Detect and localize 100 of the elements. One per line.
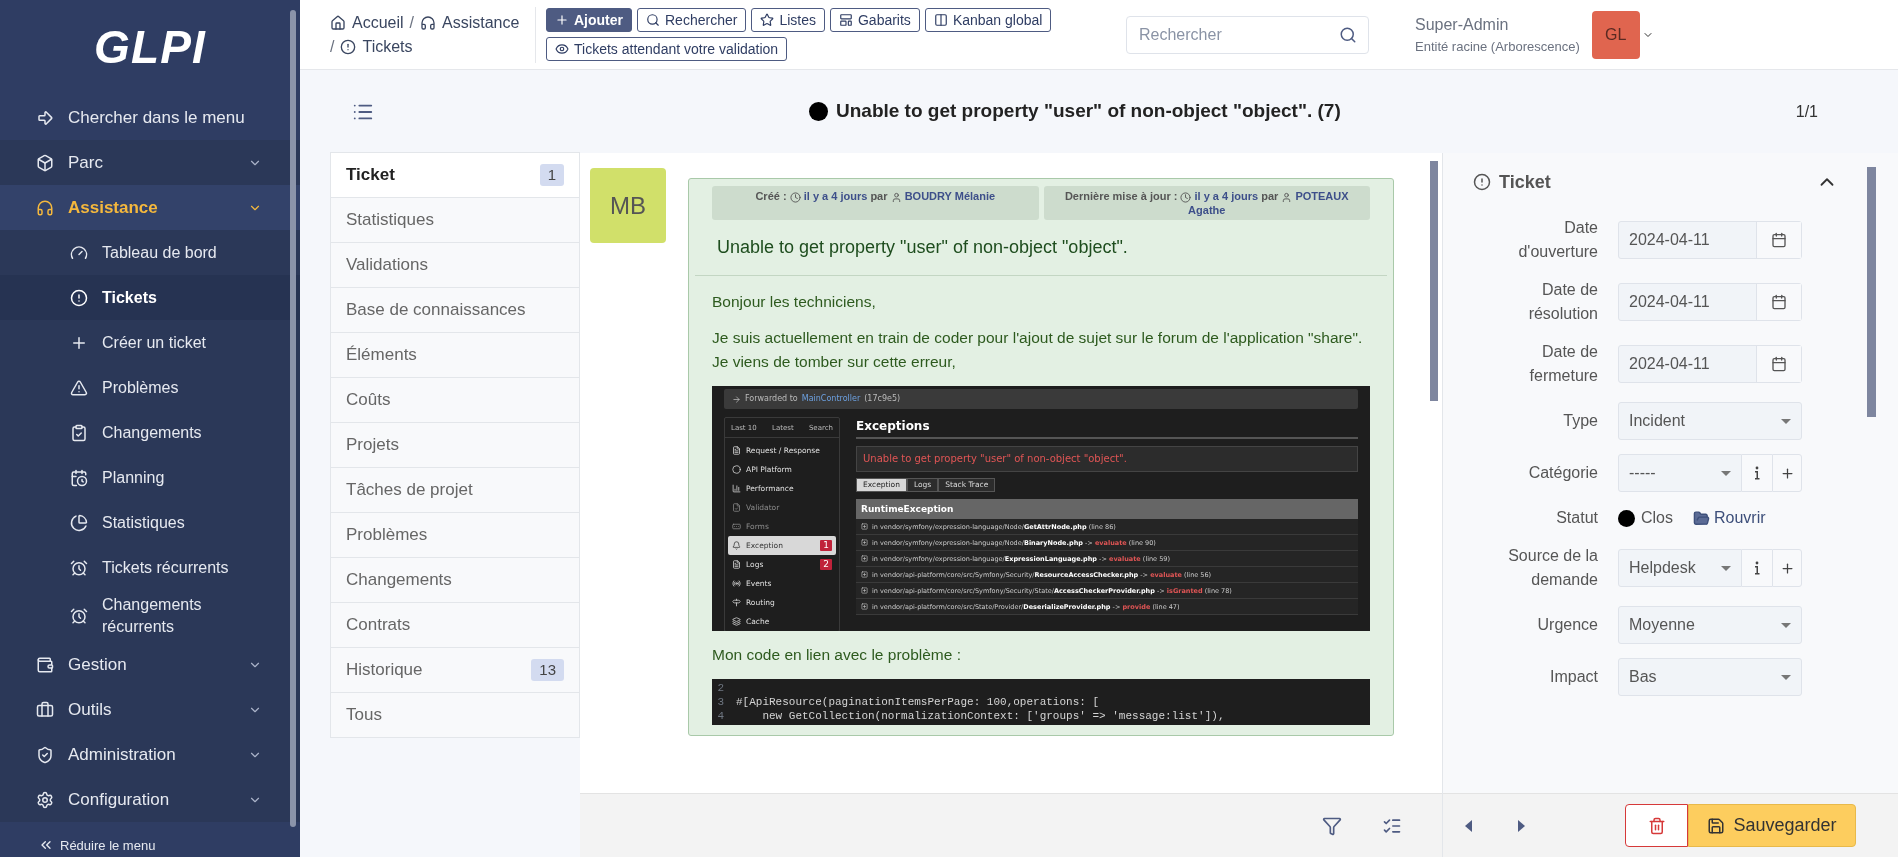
submenu-item[interactable]: Créer un ticket — [0, 320, 300, 365]
sidebar-item[interactable]: Chercher dans le menu — [0, 95, 300, 140]
tab[interactable]: Base de connaissances — [330, 287, 580, 333]
nav-icon — [732, 617, 741, 626]
button-icon — [646, 13, 660, 27]
nav-icon — [732, 484, 741, 493]
delete-button[interactable] — [1625, 804, 1688, 847]
search-icon[interactable] — [1339, 25, 1357, 44]
breadcrumb-link[interactable]: Assistance — [442, 10, 520, 35]
select-field[interactable]: Helpdesk — [1618, 549, 1742, 587]
previous-icon[interactable] — [1465, 819, 1473, 832]
submenu-item[interactable]: Problèmes — [0, 365, 300, 410]
collapse-menu-link[interactable]: Réduire le menu — [60, 835, 156, 855]
scrollbar[interactable] — [1867, 167, 1876, 417]
message-paragraph: Bonjour les techniciens, — [712, 292, 877, 312]
next-icon[interactable] — [1517, 819, 1525, 832]
button-icon — [933, 13, 948, 27]
alert-icon — [1473, 173, 1491, 191]
tab[interactable]: Contrats — [330, 602, 580, 648]
nav-icon — [732, 560, 741, 569]
sidebar-item[interactable]: Parc — [0, 140, 300, 185]
filter-icon[interactable] — [1322, 815, 1342, 836]
calendar-icon[interactable] — [1771, 294, 1787, 310]
scrollbar[interactable] — [1430, 161, 1438, 401]
tab[interactable]: Changements — [330, 557, 580, 603]
clock-icon — [789, 191, 801, 203]
sidebar-item[interactable]: Administration — [0, 732, 300, 777]
tab[interactable]: Coûts — [330, 377, 580, 423]
tab[interactable]: Statistiques — [330, 197, 580, 243]
forwarded-text: Forwarded to — [745, 393, 798, 405]
toolbar-button[interactable]: Listes — [751, 8, 825, 32]
toolbar-button[interactable]: Rechercher — [637, 8, 747, 32]
reopen-link[interactable]: Rouvrir — [1693, 506, 1766, 530]
message-paragraph: Mon code en lien avec le problème : — [712, 645, 962, 665]
submenu-item[interactable]: Changements récurrents — [0, 590, 300, 642]
save-button[interactable]: Sauvegarder — [1688, 804, 1856, 847]
controller-link[interactable]: MainController — [801, 387, 861, 411]
sidebar-item[interactable]: Gestion — [0, 642, 300, 687]
select-field[interactable]: Incident — [1618, 402, 1802, 440]
line-number: 3 — [716, 695, 724, 709]
submenu-item[interactable]: Changements — [0, 410, 300, 455]
breadcrumb-icon — [340, 38, 357, 55]
tab[interactable]: Éléments — [330, 332, 580, 378]
nav-icon — [732, 598, 741, 607]
tab[interactable]: Tâches de projet — [330, 467, 580, 513]
info-icon — [1754, 466, 1760, 480]
tab[interactable]: Ticket 1 — [330, 152, 580, 198]
info-button[interactable] — [1742, 454, 1772, 492]
count-badge: 1 — [820, 540, 832, 551]
breadcrumb-link[interactable]: Accueil — [352, 10, 404, 35]
select-field[interactable]: Bas — [1618, 658, 1802, 696]
expand-icon[interactable] — [861, 523, 868, 530]
date-field[interactable]: 2024-04-11 — [1618, 345, 1802, 383]
expand-icon[interactable] — [861, 571, 868, 578]
date-field[interactable]: 2024-04-11 — [1618, 283, 1802, 321]
count-badge: 2 — [820, 559, 832, 570]
submenu-item[interactable]: Planning — [0, 455, 300, 500]
select-field[interactable]: ----- — [1618, 454, 1742, 492]
date-field[interactable]: 2024-04-11 — [1618, 221, 1802, 259]
select-field[interactable]: Moyenne — [1618, 606, 1802, 644]
status-text: Clos — [1641, 508, 1673, 528]
sidebar-item[interactable]: Outils — [0, 687, 300, 732]
nav-icon — [732, 541, 741, 550]
sidebar-item[interactable]: Assistance — [0, 185, 300, 230]
menu-icon — [70, 468, 88, 487]
submenu-item[interactable]: Tableau de bord — [0, 230, 300, 275]
calendar-icon[interactable] — [1771, 356, 1787, 372]
info-button[interactable] — [1742, 549, 1772, 587]
tab[interactable]: Tous — [330, 692, 580, 738]
button-icon — [555, 42, 569, 56]
submenu-item[interactable]: Tickets récurrents — [0, 545, 300, 590]
tab[interactable]: Problèmes — [330, 512, 580, 558]
menu-icon — [70, 243, 88, 262]
calendar-icon[interactable] — [1771, 232, 1787, 248]
sidebar-item[interactable]: Configuration — [0, 777, 300, 822]
caret-icon — [1781, 674, 1791, 680]
expand-icon[interactable] — [861, 539, 868, 546]
search-field[interactable]: Rechercher — [1126, 15, 1369, 54]
toolbar-button[interactable]: Tickets attendant votre validation — [546, 37, 788, 61]
meta-box: Créé : il y a 4 jours par BOUDRY Mélanie — [712, 186, 1039, 220]
menu-icon — [70, 558, 88, 577]
error-message: Unable to get property "user" of non-object "object". — [856, 446, 1358, 472]
tab[interactable]: Historique 13 — [330, 647, 580, 693]
submenu-item[interactable]: Statistiques — [0, 500, 300, 545]
line-number: 4 — [716, 709, 724, 723]
toolbar-button[interactable]: Gabarits — [829, 8, 920, 32]
breadcrumb-link[interactable]: Tickets — [362, 34, 413, 59]
scrollbar[interactable] — [290, 10, 296, 827]
line-number: 2 — [716, 681, 724, 695]
expand-icon[interactable] — [861, 603, 868, 610]
toolbar-button[interactable]: Ajouter — [546, 8, 632, 32]
expand-icon[interactable] — [861, 555, 868, 562]
info-icon — [1754, 561, 1760, 575]
breadcrumb-icon — [420, 14, 437, 31]
expand-icon[interactable] — [861, 587, 868, 594]
tab[interactable]: Validations — [330, 242, 580, 288]
panel-title: Ticket — [1499, 170, 1551, 194]
submenu-item[interactable]: Tickets — [0, 275, 300, 320]
tab[interactable]: Projets — [330, 422, 580, 468]
toolbar-button[interactable]: Kanban global — [924, 8, 1052, 32]
